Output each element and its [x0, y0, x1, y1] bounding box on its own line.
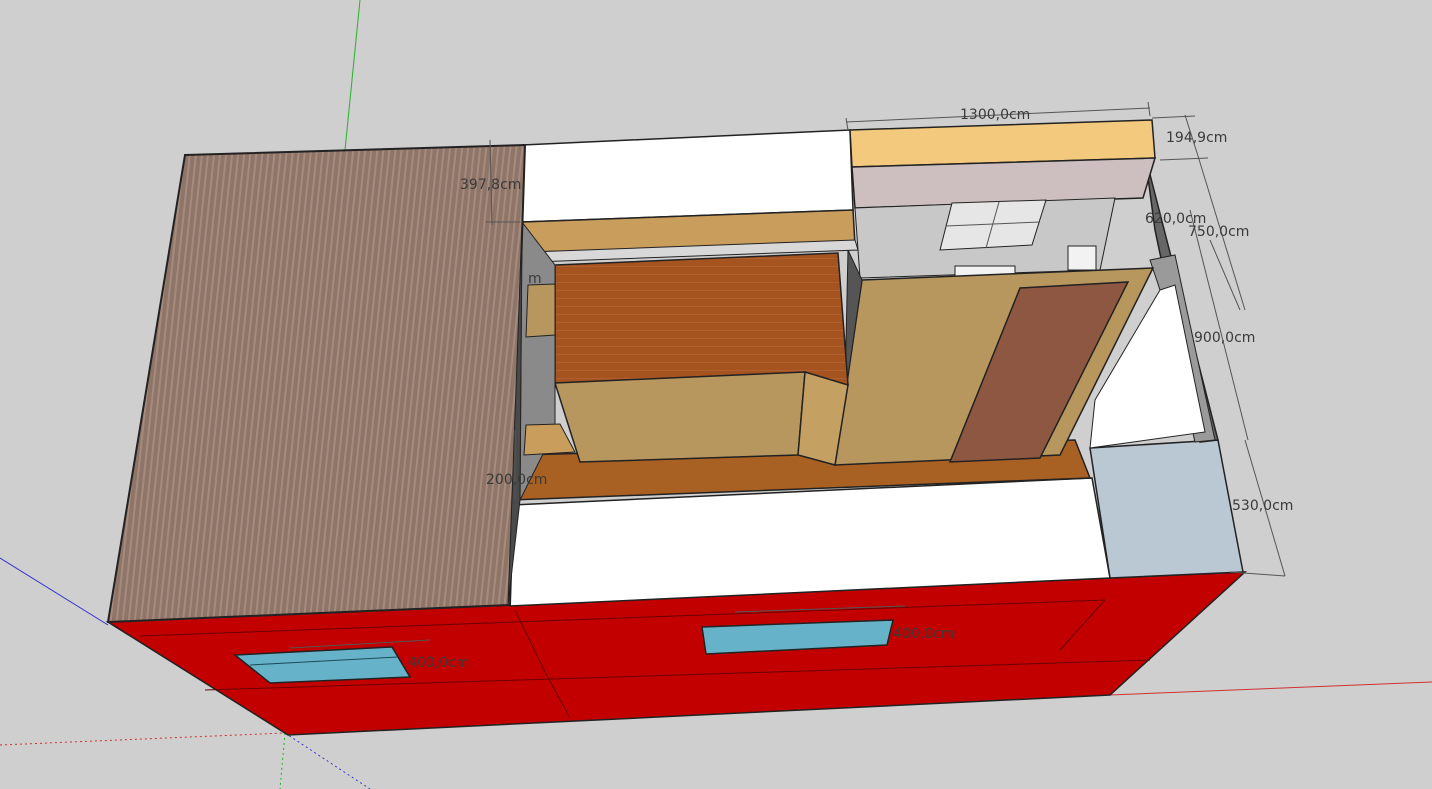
green-axis-line: [344, 0, 361, 151]
dimension-label: 200,0cm: [486, 472, 547, 488]
sink-box[interactable]: [1067, 245, 1097, 271]
dimension-label: 530,0cm: [1232, 498, 1293, 514]
green-axis-line-dashed: [279, 732, 286, 789]
dimension-label: 1300,0cm: [960, 107, 1030, 123]
red-axis-line-dashed: [0, 732, 286, 746]
modeling-viewport[interactable]: 1300,0cm 194,9cm 397,8cm 620,0cm 750,0cm…: [0, 0, 1432, 789]
dimension-label: 194,9cm: [1166, 130, 1227, 146]
bed-front[interactable]: [553, 371, 806, 463]
roof-corrugated[interactable]: [106, 143, 527, 624]
dimension-label: m: [528, 271, 542, 287]
dimension-label: 400,0cm: [408, 655, 469, 671]
annex-block[interactable]: [1089, 439, 1244, 579]
left-shelf-lower[interactable]: [523, 423, 576, 456]
red-axis-line: [1109, 681, 1432, 696]
blue-axis-line: [0, 557, 109, 626]
dimension-label: 750,0cm: [1188, 224, 1249, 240]
dimension-label: 900,0cm: [1194, 330, 1255, 346]
left-shelf[interactable]: [525, 283, 556, 338]
dimension-label: 397,8cm: [460, 177, 521, 193]
wall-top-back: [521, 129, 854, 223]
dimension-label: 400,0cm: [893, 626, 954, 642]
3d-model-scene[interactable]: 1300,0cm 194,9cm 397,8cm 620,0cm 750,0cm…: [0, 0, 1432, 789]
bed-top[interactable]: [554, 252, 849, 386]
blue-axis-line-dashed: [284, 732, 371, 789]
